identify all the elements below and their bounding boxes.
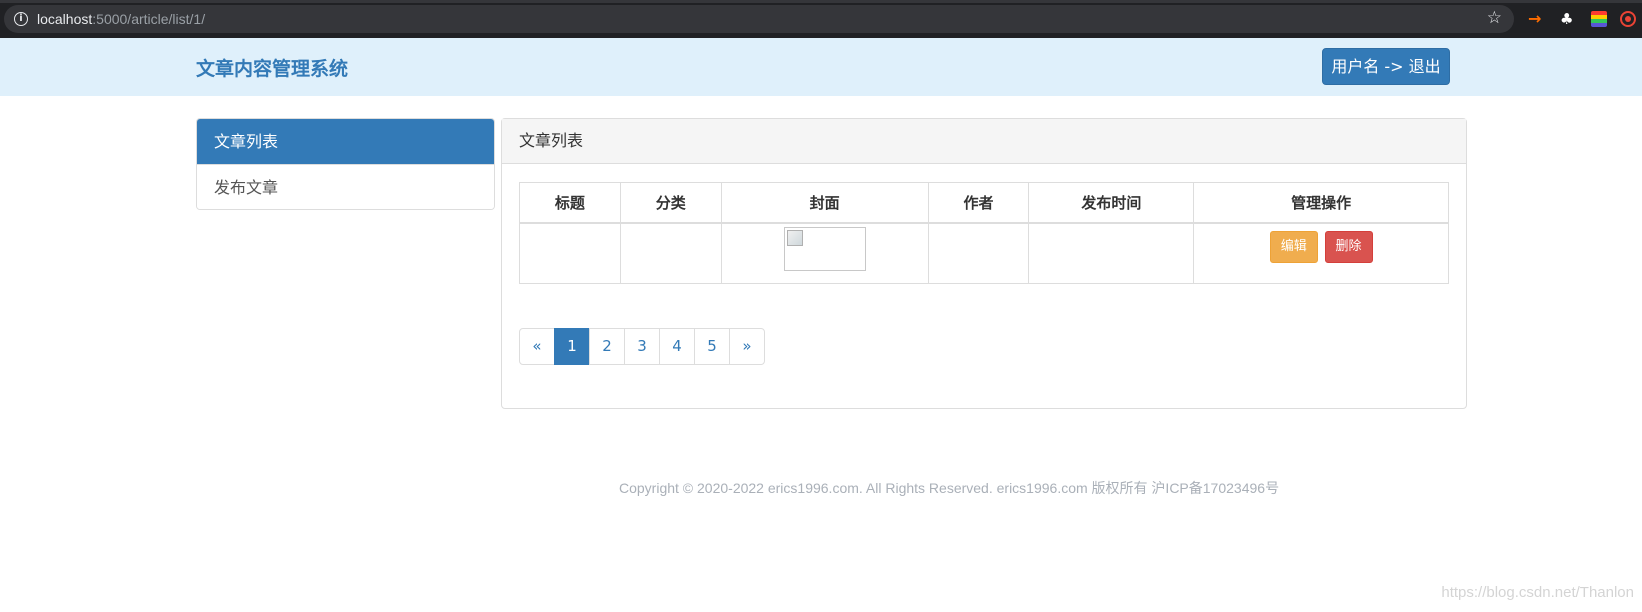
user-logout-button[interactable]: 用户名 -> 退出 xyxy=(1322,48,1450,85)
watermark: https://blog.csdn.net/Thanlon xyxy=(1441,584,1634,601)
article-table: 标题 分类 封面 作者 发布时间 管理操作 编辑 删除 xyxy=(519,182,1449,284)
extension-colorpicker-icon[interactable] xyxy=(1591,11,1607,27)
panel-title: 文章列表 xyxy=(502,119,1466,164)
column-header-actions: 管理操作 xyxy=(1193,182,1449,224)
cell-title xyxy=(519,222,621,284)
cell-actions: 编辑 删除 xyxy=(1193,222,1449,284)
pagination-prev[interactable]: « xyxy=(519,328,555,365)
site-header: 文章内容管理系统 用户名 -> 退出 xyxy=(0,38,1642,96)
column-header-category: 分类 xyxy=(619,182,722,224)
pagination-next[interactable]: » xyxy=(729,328,765,365)
column-header-publish-time: 发布时间 xyxy=(1028,182,1195,224)
column-header-cover: 封面 xyxy=(720,182,929,224)
info-icon[interactable]: i xyxy=(14,12,28,26)
footer-copyright: Copyright © 2020-2022 erics1996.com. All… xyxy=(619,480,1280,496)
browser-chrome: i localhost:5000/article/list/1/ ☆ → ♣ xyxy=(0,0,1642,38)
edit-button[interactable]: 编辑 xyxy=(1269,231,1318,264)
extension-record-icon[interactable] xyxy=(1620,11,1636,27)
column-header-title: 标题 xyxy=(519,182,621,224)
cell-category xyxy=(619,222,722,284)
bookmark-star-icon[interactable]: ☆ xyxy=(1487,8,1502,28)
cell-publish-time xyxy=(1028,222,1195,284)
sidebar-item-article-list[interactable]: 文章列表 xyxy=(197,119,494,164)
pagination: « 1 2 3 4 5 » xyxy=(519,328,765,365)
sidebar-item-publish-article[interactable]: 发布文章 xyxy=(197,164,494,209)
delete-button[interactable]: 删除 xyxy=(1324,231,1373,264)
cell-author xyxy=(927,222,1030,284)
pagination-page-2[interactable]: 2 xyxy=(589,328,625,365)
cell-cover xyxy=(720,222,929,284)
table-header-row: 标题 分类 封面 作者 发布时间 管理操作 xyxy=(519,182,1449,224)
site-brand[interactable]: 文章内容管理系统 xyxy=(196,54,348,81)
extension-gnome-icon[interactable]: ♣ xyxy=(1560,10,1578,28)
address-bar[interactable]: i localhost:5000/article/list/1/ ☆ xyxy=(4,5,1514,33)
article-list-panel: 文章列表 标题 分类 封面 作者 发布时间 管理操作 编辑 删除 « 1 2 3… xyxy=(501,118,1467,409)
sidebar-nav: 文章列表 发布文章 xyxy=(196,118,495,210)
pagination-page-5[interactable]: 5 xyxy=(694,328,730,365)
tab-strip xyxy=(0,0,1642,3)
broken-image-icon xyxy=(783,227,866,272)
column-header-author: 作者 xyxy=(927,182,1030,224)
extension-arrow-icon[interactable]: → xyxy=(1528,10,1546,28)
pagination-page-4[interactable]: 4 xyxy=(659,328,695,365)
table-row: 编辑 删除 xyxy=(519,222,1449,284)
pagination-page-3[interactable]: 3 xyxy=(624,328,660,365)
pagination-page-1[interactable]: 1 xyxy=(554,328,590,365)
url-text[interactable]: localhost:5000/article/list/1/ xyxy=(37,10,205,28)
